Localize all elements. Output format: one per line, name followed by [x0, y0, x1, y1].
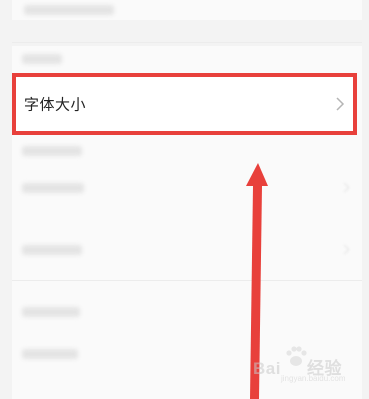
highlight-annotation-box: 字体大小 — [12, 73, 357, 135]
blurred-label — [22, 307, 80, 317]
watermark-url: jingyan.baidu.com — [281, 374, 346, 383]
blurred-settings-row[interactable] — [12, 294, 362, 330]
blurred-settings-row[interactable] — [12, 170, 362, 206]
chevron-right-icon — [339, 182, 350, 193]
settings-screen: 字体大小 Bai 经验 jingyan.baidu.com — [0, 0, 369, 399]
blurred-settings-row[interactable] — [12, 136, 362, 166]
chevron-right-icon — [339, 244, 350, 255]
font-size-setting-row[interactable]: 字体大小 — [16, 77, 353, 131]
font-size-label: 字体大小 — [24, 95, 87, 114]
blurred-label — [22, 54, 62, 64]
blurred-label — [22, 349, 78, 359]
divider — [12, 42, 362, 43]
blurred-label — [22, 245, 82, 255]
blurred-settings-row[interactable] — [12, 232, 362, 268]
blurred-settings-row[interactable] — [12, 0, 362, 20]
blurred-label — [24, 5, 114, 15]
divider — [12, 280, 362, 281]
settings-group-top — [12, 0, 362, 20]
blurred-label — [22, 146, 82, 156]
blurred-label — [22, 183, 84, 193]
chevron-right-icon — [336, 97, 345, 111]
watermark: Bai 经验 jingyan.baidu.com — [253, 340, 363, 383]
blurred-section-header — [12, 46, 362, 72]
